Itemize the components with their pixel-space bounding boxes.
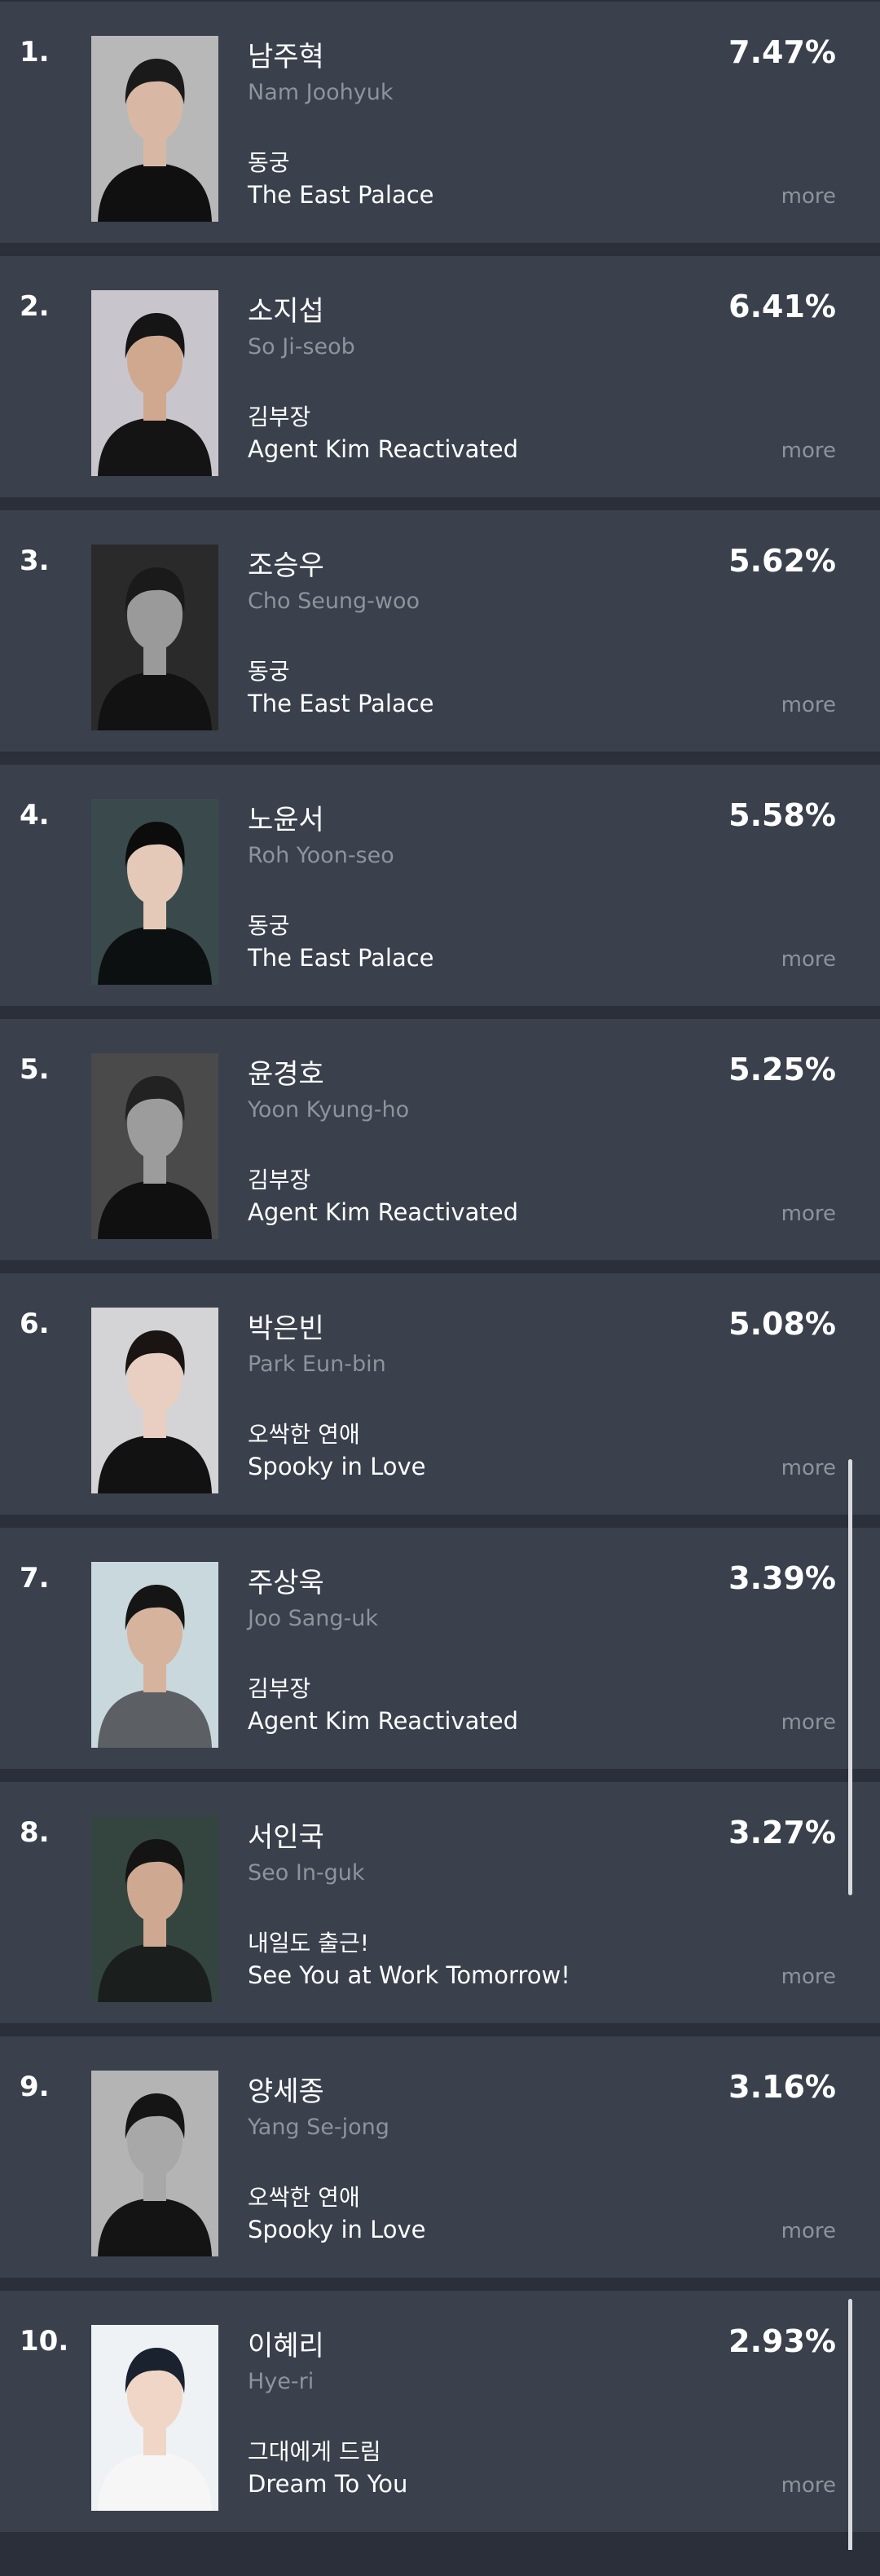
actor-name-english: Roh Yoon-seo bbox=[248, 843, 394, 868]
actor-name-korean: 남주혁 bbox=[248, 41, 324, 73]
ranking-card[interactable]: 10. 이혜리 Hye-ri 그대에게 드림 Dream To You 2.93% more bbox=[0, 2291, 880, 2532]
more-link[interactable]: more bbox=[781, 1965, 836, 1989]
scrollbar-thumb-secondary[interactable] bbox=[848, 2299, 852, 2576]
ranking-card[interactable]: 2. 소지섭 So Ji-seob 김부장 Agent Kim Reactivated 6… bbox=[0, 256, 880, 497]
drama-title-korean: 동궁 bbox=[248, 912, 290, 939]
actor-photo[interactable] bbox=[91, 290, 218, 476]
drama-title-english: Agent Kim Reactivated bbox=[248, 1707, 518, 1735]
drama-title-korean: 내일도 출근! bbox=[248, 1930, 369, 1956]
drama-title-korean: 그대에게 드림 bbox=[248, 2438, 381, 2465]
ranking-card[interactable]: 7. 주상욱 Joo Sang-uk 김부장 Agent Kim Reactivated… bbox=[0, 1528, 880, 1769]
actor-photo[interactable] bbox=[91, 1053, 218, 1239]
rank-number: 1. bbox=[20, 36, 50, 68]
vote-percentage: 5.62% bbox=[728, 543, 836, 579]
vote-percentage: 5.58% bbox=[728, 797, 836, 833]
actor-photo[interactable] bbox=[91, 2325, 218, 2511]
more-link[interactable]: more bbox=[781, 439, 836, 463]
drama-title-korean: 김부장 bbox=[248, 1675, 311, 1702]
actor-name-korean: 노윤서 bbox=[248, 804, 324, 836]
actor-name-korean: 윤경호 bbox=[248, 1058, 324, 1091]
actor-name-english: Seo In-guk bbox=[248, 1860, 365, 1886]
more-link[interactable]: more bbox=[781, 693, 836, 717]
actor-name-korean: 박은빈 bbox=[248, 1312, 324, 1345]
rank-number: 10. bbox=[20, 2325, 69, 2358]
ranking-card[interactable]: 8. 서인국 Seo In-guk 내일도 출근! See You at Work To… bbox=[0, 1782, 880, 2023]
vote-percentage: 3.39% bbox=[728, 1560, 836, 1596]
rank-number: 7. bbox=[20, 1562, 50, 1595]
rank-number: 2. bbox=[20, 290, 50, 323]
actor-name-english: Hye-ri bbox=[248, 2369, 315, 2394]
vote-percentage: 7.47% bbox=[728, 34, 836, 70]
actor-name-korean: 주상욱 bbox=[248, 1567, 324, 1599]
drama-title-korean: 동궁 bbox=[248, 149, 290, 176]
vote-percentage: 5.25% bbox=[728, 1052, 836, 1087]
actor-name-korean: 조승우 bbox=[248, 549, 324, 582]
vote-percentage: 3.27% bbox=[728, 1815, 836, 1850]
drama-title-korean: 김부장 bbox=[248, 404, 311, 430]
rank-number: 6. bbox=[20, 1308, 50, 1340]
more-link[interactable]: more bbox=[781, 1202, 836, 1226]
rank-number: 3. bbox=[20, 545, 50, 577]
ranking-card[interactable]: 6. 박은빈 Park Eun-bin 오싹한 연애 Spooky in Love 5.0… bbox=[0, 1273, 880, 1515]
actor-photo[interactable] bbox=[91, 1816, 218, 2002]
drama-title-korean: 김부장 bbox=[248, 1167, 311, 1193]
vote-percentage: 6.41% bbox=[728, 289, 836, 324]
more-link[interactable]: more bbox=[781, 184, 836, 209]
ranking-card[interactable]: 9. 양세종 Yang Se-jong 오싹한 연애 Spooky in Love 3.1… bbox=[0, 2036, 880, 2278]
drama-title-korean: 오싹한 연애 bbox=[248, 1421, 360, 1448]
ranking-card[interactable]: 3. 조승우 Cho Seung-woo 동궁 The East Palace 5.62%… bbox=[0, 510, 880, 752]
actor-name-english: So Ji-seob bbox=[248, 334, 355, 359]
actor-name-english: Yang Se-jong bbox=[248, 2115, 389, 2140]
ranking-card[interactable]: 5. 윤경호 Yoon Kyung-ho 김부장 Agent Kim Reactivat… bbox=[0, 1019, 880, 1260]
drama-title-english: The East Palace bbox=[248, 944, 434, 972]
scrollbar-thumb[interactable] bbox=[848, 1459, 852, 1895]
vote-percentage: 3.16% bbox=[728, 2069, 836, 2105]
drama-title-korean: 오싹한 연애 bbox=[248, 2184, 360, 2211]
drama-title-english: Spooky in Love bbox=[248, 2216, 426, 2243]
actor-name-korean: 이혜리 bbox=[248, 2330, 324, 2362]
actor-name-korean: 양세종 bbox=[248, 2075, 324, 2108]
drama-title-english: Dream To You bbox=[248, 2470, 408, 2498]
actor-photo[interactable] bbox=[91, 2071, 218, 2256]
actor-name-korean: 소지섭 bbox=[248, 295, 324, 328]
more-link[interactable]: more bbox=[781, 2473, 836, 2498]
actor-photo[interactable] bbox=[91, 1308, 218, 1493]
actor-photo[interactable] bbox=[91, 545, 218, 730]
drama-title-english: See You at Work Tomorrow! bbox=[248, 1961, 570, 1989]
actor-name-english: Cho Seung-woo bbox=[248, 589, 420, 614]
drama-title-english: Agent Kim Reactivated bbox=[248, 1198, 518, 1226]
bottom-edge bbox=[0, 2550, 880, 2576]
actor-name-korean: 서인국 bbox=[248, 1821, 324, 1854]
drama-title-english: The East Palace bbox=[248, 181, 434, 209]
actor-photo[interactable] bbox=[91, 36, 218, 222]
actor-photo[interactable] bbox=[91, 1562, 218, 1748]
rank-number: 8. bbox=[20, 1816, 50, 1849]
more-link[interactable]: more bbox=[781, 947, 836, 972]
drama-title-korean: 동궁 bbox=[248, 658, 290, 685]
actor-photo[interactable] bbox=[91, 799, 218, 985]
actor-name-english: Yoon Kyung-ho bbox=[248, 1097, 410, 1123]
rank-number: 4. bbox=[20, 799, 50, 831]
more-link[interactable]: more bbox=[781, 2219, 836, 2243]
drama-title-english: Spooky in Love bbox=[248, 1453, 426, 1480]
actor-name-english: Joo Sang-uk bbox=[248, 1606, 379, 1631]
drama-title-english: The East Palace bbox=[248, 690, 434, 717]
vote-percentage: 5.08% bbox=[728, 1306, 836, 1342]
actor-name-english: Nam Joohyuk bbox=[248, 80, 394, 105]
rank-number: 5. bbox=[20, 1053, 50, 1086]
more-link[interactable]: more bbox=[781, 1710, 836, 1735]
drama-title-english: Agent Kim Reactivated bbox=[248, 435, 518, 463]
more-link[interactable]: more bbox=[781, 1456, 836, 1480]
vote-percentage: 2.93% bbox=[728, 2323, 836, 2359]
actor-name-english: Park Eun-bin bbox=[248, 1352, 386, 1377]
ranking-card[interactable]: 4. 노윤서 Roh Yoon-seo 동궁 The East Palace 5.58% m… bbox=[0, 765, 880, 1006]
ranking-card[interactable]: 1. 남주혁 Nam Joohyuk 동궁 The East Palace 7.47% mo… bbox=[0, 2, 880, 243]
rank-number: 9. bbox=[20, 2071, 50, 2103]
